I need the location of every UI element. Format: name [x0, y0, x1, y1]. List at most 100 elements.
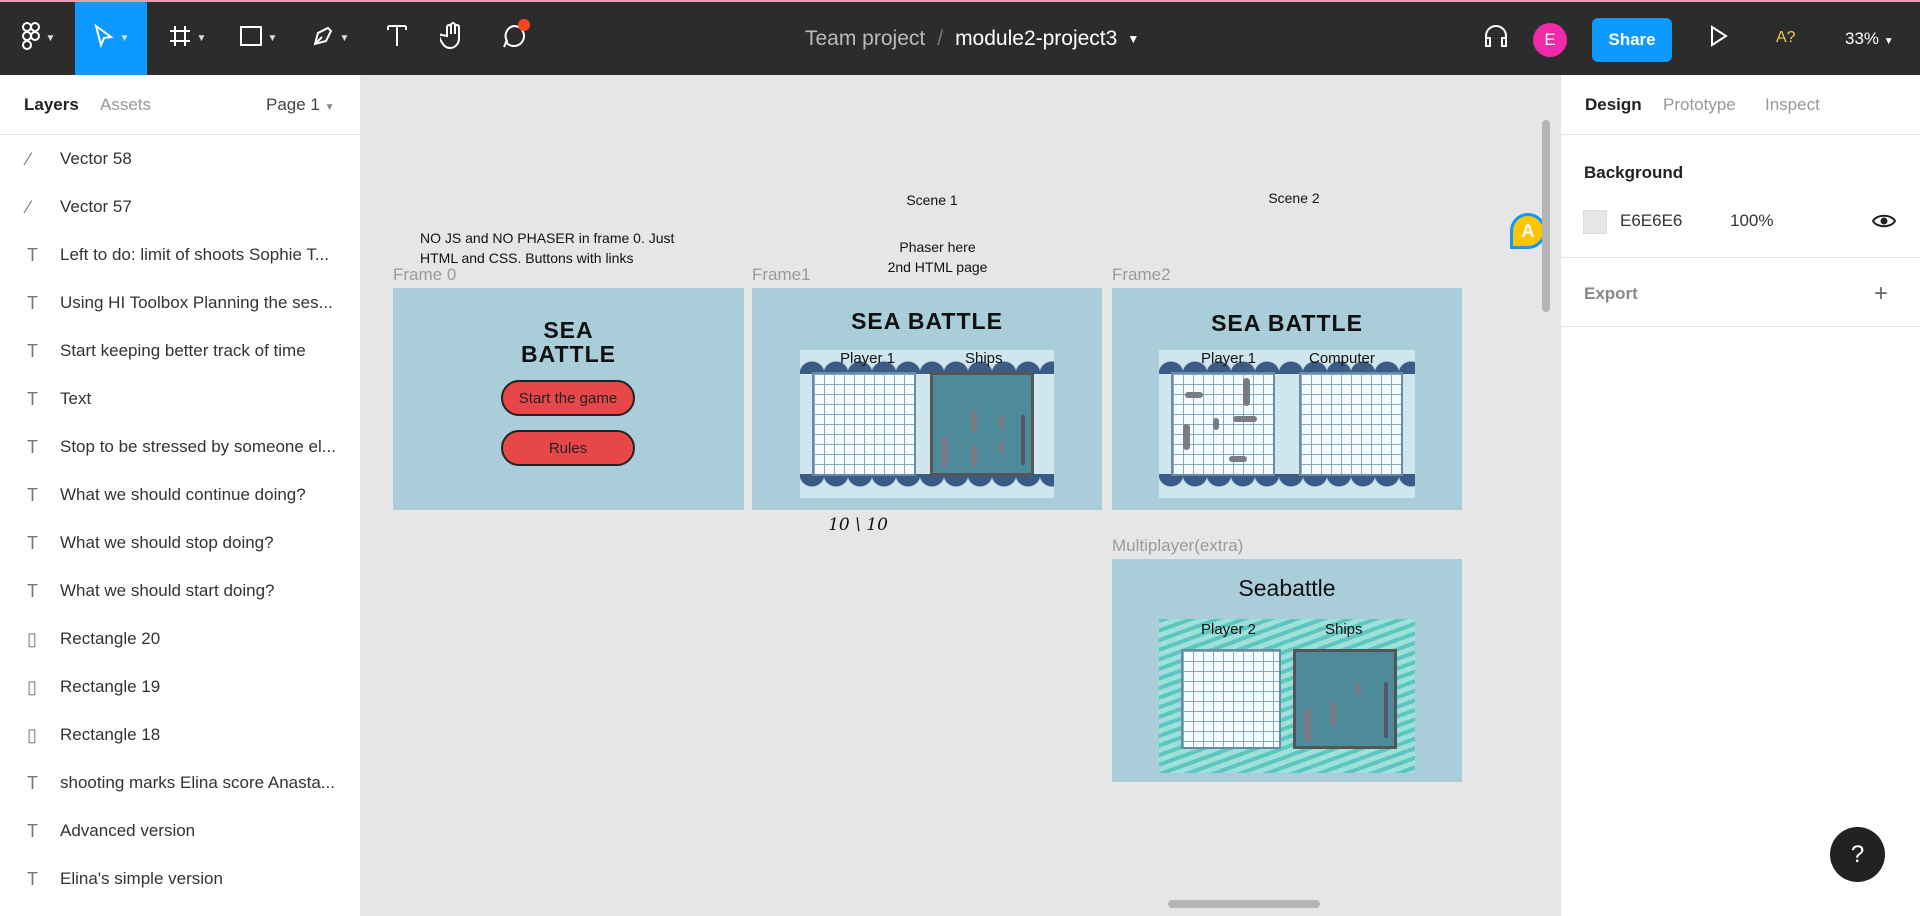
layer-item[interactable]: T Advanced version	[0, 807, 360, 855]
layer-name: shooting marks Elina score Anasta...	[60, 773, 335, 792]
chevron-down-icon: ▼	[119, 33, 130, 44]
layer-item[interactable]: T Start keeping better track of time	[0, 327, 360, 375]
vertical-scrollbar[interactable]	[1542, 120, 1550, 312]
frame1-title: SEA BATTLE	[851, 308, 1003, 334]
text-icon: T	[27, 820, 38, 841]
handwritten-note[interactable]: 10 \ 10	[828, 514, 888, 538]
frame0-note[interactable]: NO JS and NO PHASER in frame 0. Just HTM…	[420, 229, 700, 268]
frame1-label[interactable]: Frame1	[752, 265, 811, 285]
frame0-note-line1: NO JS and NO PHASER in frame 0. Just	[420, 230, 675, 246]
frame0-title: SEA BATTLE	[393, 318, 744, 366]
layer-item[interactable]: T What we should continue doing?	[0, 471, 360, 519]
shape-tool-button[interactable]: ▼	[233, 2, 283, 75]
tab-layers[interactable]: Layers	[24, 95, 79, 115]
frame0-label[interactable]: Frame 0	[393, 265, 456, 285]
comment-tool-button[interactable]	[492, 2, 536, 75]
layer-item[interactable]: ▯ Rectangle 20	[0, 615, 360, 663]
frame-tool-button[interactable]: ▼	[162, 2, 212, 75]
visibility-toggle[interactable]	[1871, 211, 1897, 236]
chevron-down-icon: ▼	[1883, 36, 1894, 47]
file-title: Team project / module2-project3 ▼	[805, 2, 1139, 75]
waves-bottom	[800, 474, 1054, 498]
ship	[1229, 456, 1247, 462]
layer-item[interactable]: T Left to do: limit of shoots Sophie T...	[0, 231, 360, 279]
layer-item[interactable]: T Using HI Toolbox Planning the ses...	[0, 279, 360, 327]
layer-item[interactable]: T What we should start doing?	[0, 567, 360, 615]
layer-item[interactable]: ∕ Vector 57	[0, 183, 360, 231]
multiplayer-label[interactable]: Multiplayer(extra)	[1112, 536, 1243, 556]
title-separator: /	[937, 26, 944, 50]
hand-tool-button[interactable]	[433, 2, 473, 75]
background-color-swatch[interactable]	[1583, 210, 1607, 234]
ship	[971, 445, 977, 467]
phaser-note[interactable]: Phaser here 2nd HTML page	[870, 238, 1005, 277]
text-tool-button[interactable]	[377, 2, 417, 75]
text-icon: T	[27, 244, 38, 265]
layers-panel: Layers Assets Page 1 ▼ ∕ Vector 58 ∕ Vector…	[0, 75, 361, 916]
project-name[interactable]: Team project	[805, 27, 925, 51]
headphones-icon	[1482, 22, 1510, 55]
frame1-left-label: Player 1	[840, 350, 896, 367]
chevron-down-icon: ▼	[45, 33, 56, 44]
text-icon: T	[27, 340, 38, 361]
frame0-title-line1: SEA	[543, 317, 594, 343]
layer-name: Start keeping better track of time	[60, 341, 306, 360]
layer-item[interactable]: T Text	[0, 375, 360, 423]
layer-item[interactable]: T What we should stop doing?	[0, 519, 360, 567]
layer-item[interactable]: T Stop to be stressed by someone el...	[0, 423, 360, 471]
multiplayer-title: Seabattle	[1238, 575, 1336, 601]
layer-item[interactable]: ▯ Rectangle 19	[0, 663, 360, 711]
waves-top	[800, 350, 1054, 374]
help-button[interactable]: ?	[1830, 827, 1885, 882]
layer-item[interactable]: ▯ Rectangle 18	[0, 711, 360, 759]
text-icon: T	[27, 436, 38, 457]
tab-design[interactable]: Design	[1585, 95, 1642, 115]
frame2[interactable]: SEA BATTLE Player 1 Computer	[1112, 288, 1462, 510]
frame1[interactable]: SEA BATTLE Player 1 Ships	[752, 288, 1102, 510]
pointer-icon	[93, 23, 115, 53]
frame0[interactable]: SEA BATTLE Start the game Rules	[393, 288, 744, 510]
audio-button[interactable]	[1478, 2, 1514, 75]
share-button[interactable]: Share	[1592, 18, 1672, 62]
background-hex-input[interactable]: E6E6E6	[1620, 211, 1682, 231]
present-button[interactable]	[1703, 2, 1735, 75]
frame2-label[interactable]: Frame2	[1112, 265, 1171, 285]
right-panel-tabs: Design Prototype Inspect	[1561, 75, 1920, 135]
layer-name: Stop to be stressed by someone el...	[60, 437, 336, 456]
ship	[971, 409, 977, 433]
file-name[interactable]: module2-project3	[955, 27, 1117, 51]
scene2-note[interactable]: Scene 2	[1254, 189, 1334, 209]
notification-dot	[518, 19, 530, 31]
chevron-down-icon: ▼	[324, 102, 335, 113]
layer-item[interactable]: ∕ Vector 58	[0, 135, 360, 183]
main-menu-button[interactable]: ▼	[14, 2, 62, 75]
layer-name: Vector 57	[60, 197, 132, 216]
tab-inspect[interactable]: Inspect	[1765, 95, 1820, 115]
page-selector[interactable]: Page 1 ▼	[266, 95, 335, 115]
add-export-button[interactable]: +	[1874, 280, 1888, 308]
ship	[1243, 378, 1250, 406]
tab-prototype[interactable]: Prototype	[1663, 95, 1736, 115]
layer-item[interactable]: Tshooting marks Elina score Anasta...	[0, 759, 360, 807]
pen-icon	[311, 24, 335, 53]
move-tool-button[interactable]: ▼	[75, 2, 147, 75]
multiplayer-frame[interactable]: Seabattle Player 2 Ships	[1112, 559, 1462, 782]
horizontal-scrollbar[interactable]	[1168, 900, 1320, 908]
accessibility-button[interactable]: A?	[1776, 29, 1796, 47]
pen-tool-button[interactable]: ▼	[305, 2, 355, 75]
start-game-button[interactable]: Start the game	[501, 380, 635, 416]
layer-name: Rectangle 18	[60, 725, 161, 744]
background-opacity-input[interactable]: 100%	[1730, 211, 1773, 231]
ship	[999, 415, 1004, 429]
chevron-down-icon[interactable]: ▼	[1127, 32, 1139, 46]
layer-name: Text	[60, 389, 92, 408]
layer-item[interactable]: T Elina's simple version	[0, 855, 360, 903]
user-avatar[interactable]: E	[1533, 23, 1567, 57]
text-icon: T	[27, 292, 38, 313]
layer-list: ∕ Vector 58 ∕ Vector 57 T Left to do: limit o…	[0, 135, 360, 903]
tab-assets[interactable]: Assets	[100, 95, 151, 115]
chevron-down-icon: ▼	[339, 33, 350, 44]
rules-button[interactable]: Rules	[501, 430, 635, 466]
zoom-dropdown[interactable]: 33% ▼	[1845, 29, 1894, 49]
scene1-note[interactable]: Scene 1	[892, 191, 972, 211]
